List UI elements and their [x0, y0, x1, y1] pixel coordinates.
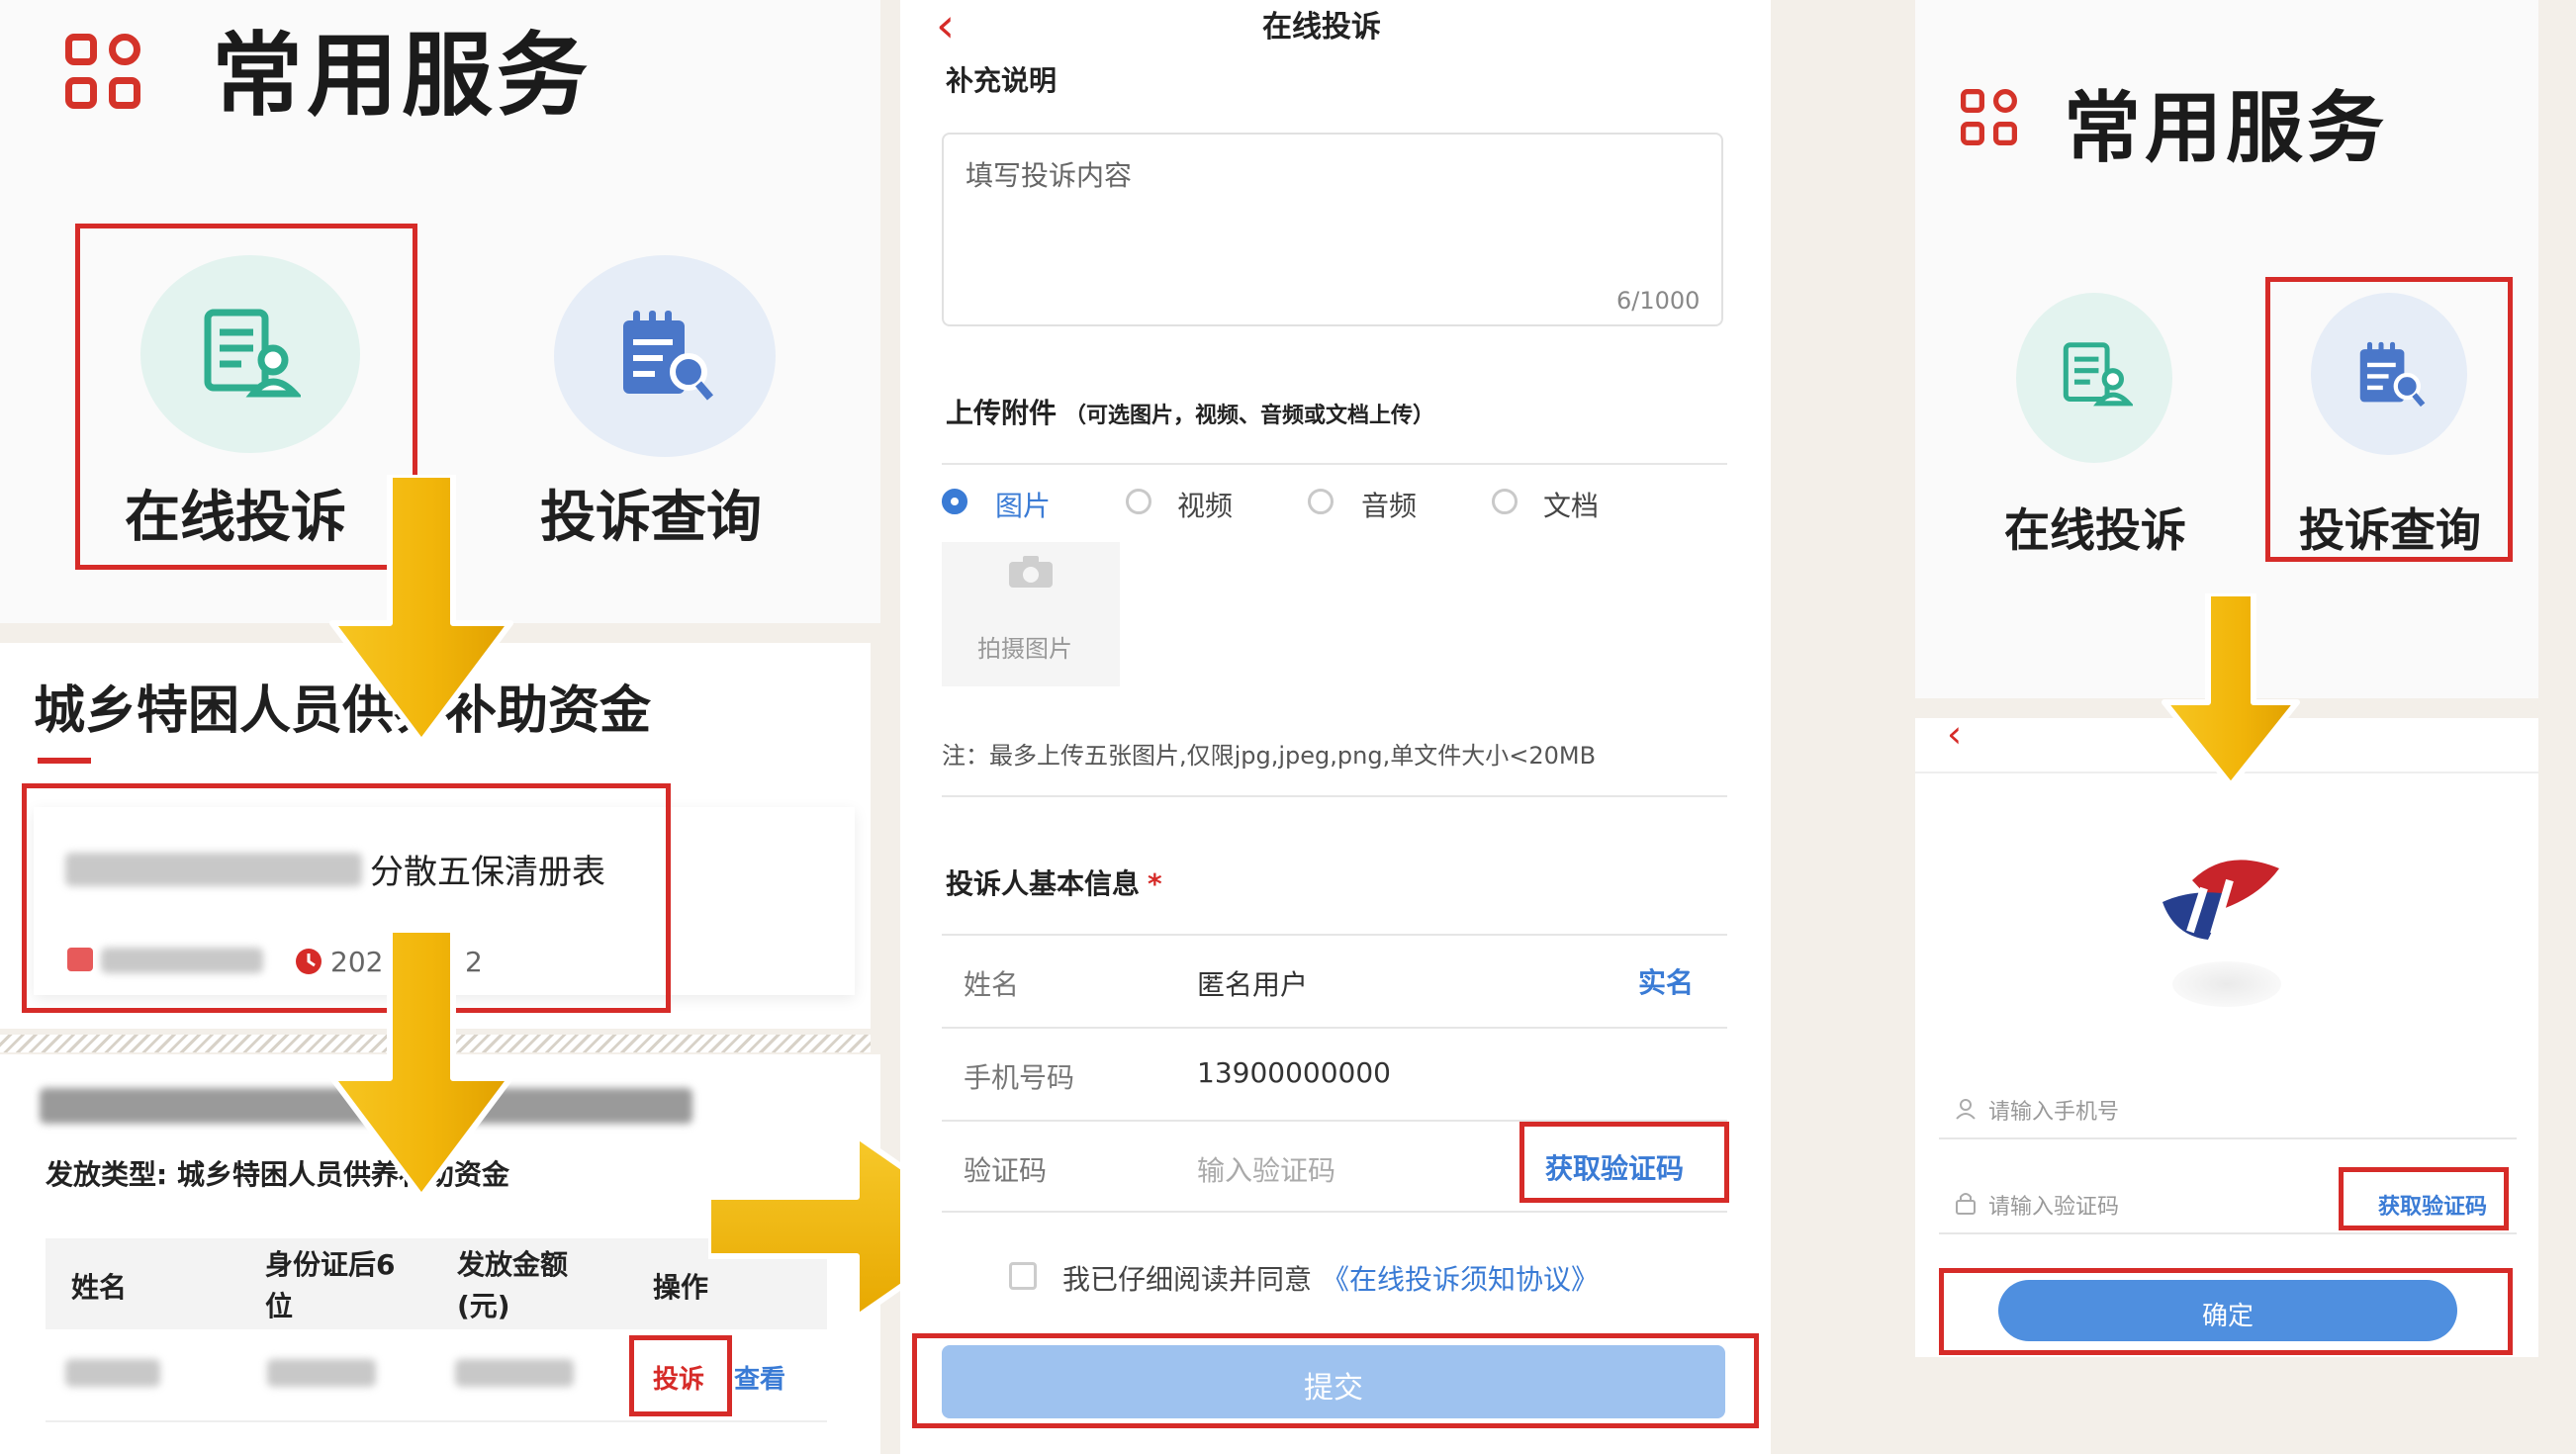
- agree-text: 我已仔细阅读并同意 《在线投诉须知协议》: [1062, 1258, 1599, 1298]
- nav-title: 在线投诉: [1262, 10, 1381, 45]
- calendar-search-icon: [623, 311, 714, 401]
- radio-document-label[interactable]: 文档: [1543, 485, 1599, 524]
- agree-checkbox[interactable]: [1009, 1262, 1037, 1290]
- code-input[interactable]: 请输入验证码: [1988, 1189, 2119, 1221]
- table-header-name: 姓名: [71, 1271, 128, 1304]
- complaint-placeholder: 填写投诉内容: [966, 159, 1133, 192]
- lock-icon: [1956, 1193, 1976, 1215]
- get-code-highlight: [2339, 1167, 2509, 1230]
- radio-video[interactable]: [1126, 489, 1151, 514]
- upload-title: 上传附件: [946, 397, 1058, 429]
- tile-online-complaint[interactable]: 在线投诉: [2004, 495, 2186, 560]
- photo-button-label: 拍摄图片: [977, 635, 1072, 663]
- page-title: 常用服务: [2064, 84, 2389, 173]
- logo-reflection: [2172, 961, 2281, 1007]
- blurred-cell: [455, 1359, 574, 1387]
- upload-hint: （可选图片，视频、音频或文档上传）: [1064, 404, 1435, 428]
- user-icon: [1956, 1099, 1976, 1120]
- view-link[interactable]: 查看: [734, 1359, 785, 1396]
- phone-input[interactable]: 请输入手机号: [1988, 1094, 2119, 1126]
- divider: [1939, 1137, 2517, 1139]
- code-input[interactable]: 输入验证码: [1197, 1149, 1335, 1189]
- divider: [942, 934, 1727, 936]
- basic-info-label: 投诉人基本信息 *: [946, 863, 1162, 902]
- grid-icon: [65, 34, 152, 121]
- back-chevron-icon[interactable]: ‹: [1947, 712, 1962, 756]
- upload-note: 注：最多上传五张图片,仅限jpg,jpeg,png,单文件大小<20MB: [942, 742, 1597, 770]
- grid-icon: [1961, 89, 2026, 154]
- camera-icon: [1009, 556, 1053, 588]
- divider: [942, 463, 1727, 465]
- divider: [942, 1211, 1727, 1213]
- logo: [2162, 860, 2279, 940]
- name-value: 匿名用户: [1197, 968, 1309, 1001]
- required-mark: *: [1148, 867, 1162, 900]
- radio-document[interactable]: [1492, 489, 1518, 514]
- blurred-cell: [65, 1359, 160, 1387]
- phone-value[interactable]: 13900000000: [1197, 1056, 1391, 1089]
- confirm-highlight: [1939, 1268, 2513, 1355]
- phone-label: 手机号码: [964, 1061, 1075, 1094]
- upload-label: 上传附件 （可选图片，视频、音频或文档上传）: [946, 392, 1434, 431]
- code-label: 验证码: [964, 1154, 1048, 1187]
- back-chevron-icon[interactable]: ‹: [936, 0, 955, 53]
- basic-info-title: 投诉人基本信息: [946, 867, 1141, 900]
- radio-video-label[interactable]: 视频: [1177, 485, 1233, 524]
- query-login-card: [1915, 718, 2538, 1357]
- tile-complaint-query[interactable]: 投诉查询: [540, 473, 762, 553]
- table-header-action: 操作: [653, 1271, 709, 1304]
- blurred-cell: [267, 1359, 376, 1387]
- arrow-down-icon: [329, 930, 513, 1200]
- radio-audio[interactable]: [1308, 489, 1334, 514]
- agreement-link[interactable]: 《在线投诉须知协议》: [1322, 1263, 1599, 1296]
- table-header-amount: 发放金额(元): [457, 1248, 569, 1322]
- submit-highlight: [912, 1333, 1759, 1428]
- document-person-icon: [2063, 342, 2133, 407]
- radio-image[interactable]: [942, 489, 967, 514]
- divider: [942, 795, 1727, 797]
- section-underline: [38, 758, 91, 764]
- supplement-label: 补充说明: [946, 64, 1058, 97]
- complain-highlight: [629, 1335, 732, 1416]
- radio-image-label[interactable]: 图片: [995, 485, 1051, 524]
- get-code-highlight: [1519, 1122, 1729, 1203]
- page-title: 常用服务: [212, 23, 593, 129]
- divider: [1939, 1232, 2517, 1234]
- char-count: 6/1000: [1616, 287, 1701, 315]
- name-label: 姓名: [964, 968, 1020, 1001]
- arrow-down-icon: [2162, 593, 2300, 788]
- radio-audio-label[interactable]: 音频: [1361, 485, 1417, 524]
- agree-label: 我已仔细阅读并同意: [1062, 1263, 1313, 1296]
- realname-link[interactable]: 实名: [1638, 961, 1694, 1001]
- arrow-down-icon: [329, 475, 513, 745]
- divider: [942, 1027, 1727, 1029]
- table-header-id: 身份证后6位: [265, 1248, 396, 1322]
- complaint-query-highlight: [2265, 277, 2513, 562]
